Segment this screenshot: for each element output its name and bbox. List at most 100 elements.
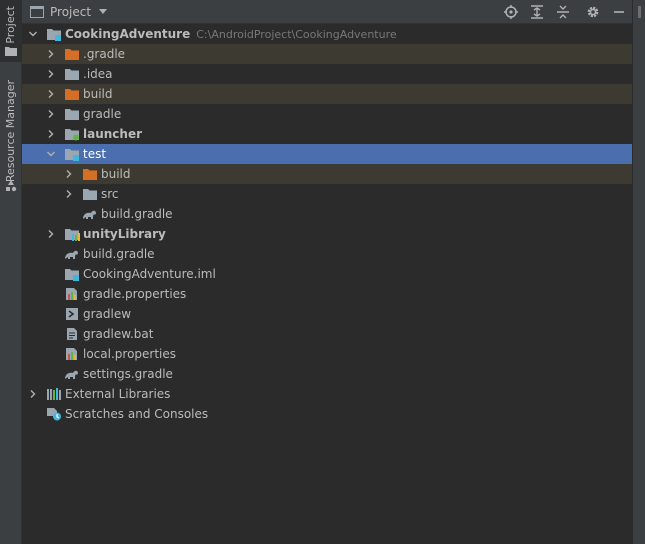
tree-item-label: settings.gradle	[83, 364, 173, 384]
tree-item-name: src	[101, 187, 119, 201]
tree-row-gradle-properties[interactable]: gradle.properties	[22, 284, 632, 304]
chevron-right-icon[interactable]	[29, 390, 37, 398]
chevron-right-icon[interactable]	[65, 190, 73, 198]
properties-icon	[66, 348, 77, 360]
tree-item-name: Scratches and Consoles	[65, 407, 209, 421]
module-folder-icon	[65, 269, 79, 281]
tree-item-name: launcher	[83, 127, 143, 141]
tree-row-gradlew[interactable]: gradlew	[22, 304, 632, 324]
tree-item-name: CookingAdventure	[65, 27, 191, 41]
tool-window-strip: Project Resource Manager	[0, 0, 22, 544]
tree-row-build[interactable]: build	[22, 84, 632, 104]
settings-button[interactable]	[580, 0, 606, 24]
tree-row-build-gradle[interactable]: build.gradle	[22, 244, 632, 264]
tree-row-external-libraries[interactable]: External Libraries	[22, 384, 632, 404]
tree-row-test-build-gradle[interactable]: build.gradle	[22, 204, 632, 224]
tree-item-label: gradle.properties	[83, 284, 186, 304]
hide-button[interactable]	[606, 0, 632, 24]
chevron-right-icon[interactable]	[47, 50, 55, 58]
tree-row-dot-gradle[interactable]: .gradle	[22, 44, 632, 64]
chevron-right-icon[interactable]	[47, 110, 55, 118]
tree-item-name: CookingAdventure.iml	[83, 267, 216, 281]
scratches-icon	[47, 408, 61, 421]
folder-gray-icon	[83, 189, 97, 200]
tree-row-test-src[interactable]: src	[22, 184, 632, 204]
chevron-down-icon[interactable]	[47, 150, 55, 158]
tree-item-label: .idea	[83, 64, 113, 84]
module-folder-icon	[65, 149, 79, 161]
module-green-icon	[65, 129, 79, 141]
tree-row-scratches[interactable]: Scratches and Consoles	[22, 404, 632, 424]
chevron-down-icon[interactable]	[29, 30, 37, 38]
tree-item-label: launcher	[83, 124, 142, 144]
tree-item-label: gradlew	[83, 304, 131, 324]
minimize-icon	[614, 11, 624, 13]
tree-row-launcher[interactable]: launcher	[22, 124, 632, 144]
tree-item-name: build.gradle	[101, 207, 173, 221]
tree-item-label: build	[83, 84, 113, 104]
tree-row-gradlew-bat[interactable]: gradlew.bat	[22, 324, 632, 344]
tree-item-label: .gradle	[83, 44, 125, 64]
tree-item-label: local.properties	[83, 344, 176, 364]
tree-row-root[interactable]: CookingAdventure C:\AndroidProject\Cookin…	[22, 24, 632, 44]
tree-item-name: gradle.properties	[83, 287, 187, 301]
project-tool-tab[interactable]: Project	[0, 0, 22, 62]
tree-item-label: build.gradle	[101, 204, 173, 224]
tree-item-name: gradlew	[83, 307, 132, 321]
header-toolbar	[498, 0, 632, 24]
locate-button[interactable]	[498, 0, 524, 24]
tree-row-dot-idea[interactable]: .idea	[22, 64, 632, 84]
right-strip-marker	[638, 6, 641, 18]
expand-all-button[interactable]	[524, 0, 550, 24]
project-view-icon	[30, 5, 44, 18]
gradle-icon	[65, 250, 78, 259]
project-panel-header: Project	[22, 0, 632, 24]
tree-item-name: local.properties	[83, 347, 177, 361]
folder-orange-icon	[65, 89, 79, 100]
chevron-right-icon[interactable]	[47, 130, 55, 138]
module-lib-icon	[65, 229, 80, 241]
resource-manager-icon	[6, 180, 17, 192]
tree-item-name: External Libraries	[65, 387, 171, 401]
gear-icon	[587, 6, 599, 18]
collapse-all-button[interactable]	[550, 0, 576, 24]
chevron-right-icon[interactable]	[47, 90, 55, 98]
tree-row-local-properties[interactable]: local.properties	[22, 344, 632, 364]
tree-row-gradle[interactable]: gradle	[22, 104, 632, 124]
expand-all-icon	[531, 5, 543, 19]
resource-manager-tool-tab[interactable]: Resource Manager	[0, 78, 22, 196]
tree-item-name: unityLibrary	[83, 227, 166, 241]
tree-row-test[interactable]: test	[22, 144, 632, 164]
tree-item-name: gradlew.bat	[83, 327, 154, 341]
project-tool-tab-label: Project	[4, 6, 17, 44]
gradle-icon	[65, 370, 78, 379]
folder-gray-icon	[65, 69, 79, 80]
tree-item-name: gradle	[83, 107, 122, 121]
folder-icon	[5, 47, 17, 56]
tree-item-label: gradlew.bat	[83, 324, 153, 344]
collapse-all-icon	[557, 5, 569, 19]
tree-item-name: .gradle	[83, 47, 126, 61]
tree-item-label: CookingAdventure.iml	[83, 264, 216, 284]
tree-item-label: unityLibrary	[83, 224, 166, 244]
chevron-down-icon[interactable]	[99, 9, 108, 14]
chevron-right-icon[interactable]	[65, 170, 73, 178]
tree-item-label: build.gradle	[83, 244, 155, 264]
tree-item-label: Scratches and Consoles	[65, 404, 208, 424]
tree-item-name: build	[83, 87, 113, 101]
properties-icon	[66, 288, 77, 300]
tree-item-label: CookingAdventure C:\AndroidProject\Cookin…	[65, 24, 397, 45]
chevron-right-icon[interactable]	[47, 230, 55, 238]
tree-row-unityLibrary[interactable]: unityLibrary	[22, 224, 632, 244]
libraries-icon	[47, 388, 61, 400]
chevron-right-icon[interactable]	[47, 70, 55, 78]
resource-manager-tab-label: Resource Manager	[4, 80, 17, 183]
folder-orange-icon	[65, 49, 79, 60]
project-tree[interactable]: CookingAdventure C:\AndroidProject\Cookin…	[22, 24, 632, 424]
tree-item-name: build	[101, 167, 131, 181]
tree-row-iml[interactable]: CookingAdventure.iml	[22, 264, 632, 284]
tree-row-test-build[interactable]: build	[22, 164, 632, 184]
project-view-selector[interactable]: Project	[50, 5, 91, 19]
tree-row-settings-gradle[interactable]: settings.gradle	[22, 364, 632, 384]
tree-item-name: build.gradle	[83, 247, 155, 261]
